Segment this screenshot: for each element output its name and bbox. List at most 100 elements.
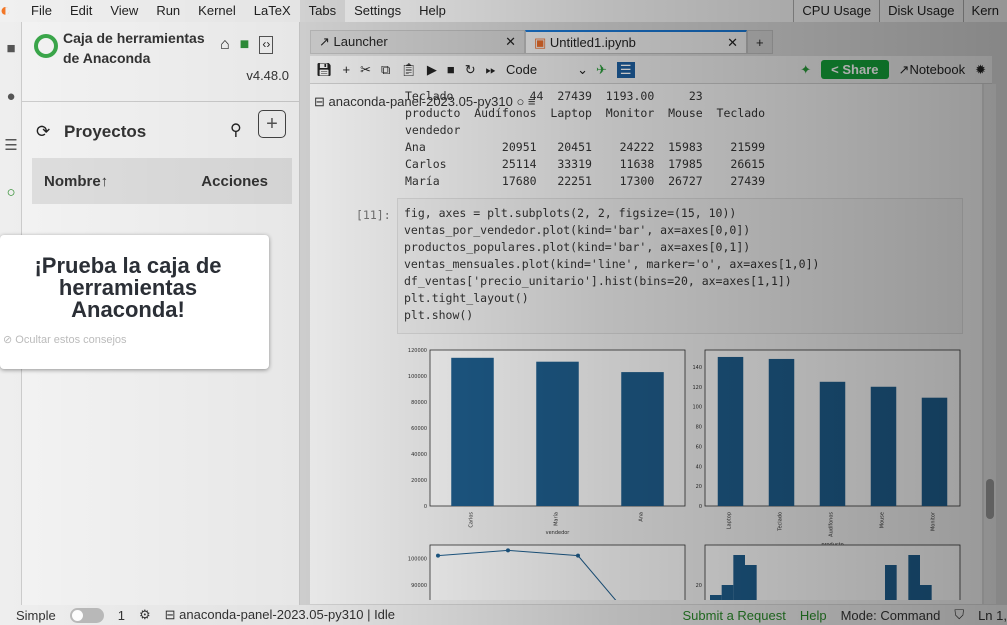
notebook-content: ⊟ anaconda-panel-2023.05-py310 ○ ≡ Tecla… [310,84,982,604]
menu-view[interactable]: View [101,0,147,22]
kernel-usage[interactable]: Kern [962,0,1007,22]
simple-mode-toggle[interactable] [69,607,104,623]
y-tick-label: 100000 [408,374,427,380]
scrollbar[interactable] [984,84,996,604]
hist-bar [721,585,734,600]
toc-icon[interactable]: ☰ [0,136,22,166]
submit-request-link[interactable]: Submit a Request [683,608,786,623]
restart-icon[interactable]: ↻ [465,62,476,78]
rocket-icon[interactable]: ✈ [596,62,607,78]
code-line: plt.show() [404,308,474,322]
tab-notebook[interactable]: ▣ Untitled1.ipynb ✕ [525,30,747,54]
hist-bar [710,595,722,600]
code-line: df_ventas['precio_unitario'].hist(bins=2… [404,274,792,288]
hist-bar [733,555,745,600]
new-tab-button[interactable]: + [747,30,773,54]
x-tick-label: Ana [639,512,645,522]
line-marker [436,553,440,558]
running-icon[interactable]: ● [0,88,22,118]
projects-table-header: Nombre↑ Acciones [32,158,292,204]
disk-usage[interactable]: Disk Usage [879,0,962,22]
x-tick-label: Carlos [469,512,475,528]
folder-icon[interactable]: ■ [240,36,250,54]
y-tick-label: 20 [696,583,702,589]
code-line: fig, axes = plt.subplots(2, 2, figsize=(… [404,206,737,220]
x-tick-label: Laptop [727,512,733,529]
notebook-toolbar: 💾︎ + ✂ ⧉ 📋︎ ▶ ■ ↻ ⏩︎ Code ⌄ ✈ ☰ ✦ < Share ↗Noteboo… [310,56,992,84]
home-icon[interactable]: ⌂ [220,36,230,54]
hide-tips-link[interactable]: ⊘ Ocultar estos consejos [0,333,269,346]
code-line: ventas_por_vendedor.plot(kind='bar', ax=… [404,223,751,237]
x-tick-label: Monitor [931,511,937,531]
notebook-label: Notebook [909,61,966,77]
search-icon[interactable]: ⚲ [230,120,242,140]
cut-icon[interactable]: ✂ [360,62,371,78]
bar [621,372,664,506]
stop-icon[interactable]: ■ [447,62,455,77]
x-axis-label: vendedor [546,530,571,536]
scrollbar-thumb[interactable] [986,479,994,519]
run-all-icon[interactable]: ⏩︎ [486,62,496,78]
y-tick-label: 90000 [411,583,427,589]
status-bar: Simple 1 ⚙ ⊟ anaconda-panel-2023.05-py31… [0,605,1007,625]
line-marker [576,553,580,558]
kernel-indicator[interactable]: ⊟ anaconda-panel-2023.05-py310 ○ ≡ [314,94,536,110]
y-tick-label: 140 [692,365,702,371]
menu-file[interactable]: File [22,0,61,22]
code-cell[interactable]: fig, axes = plt.subplots(2, 2, figsize=(… [397,198,963,334]
code-line: productos_populares.plot(kind='bar', ax=… [404,240,751,254]
kernel-status-text: anaconda-panel-2023.05-py310 | Idle [179,607,396,622]
menu-help[interactable]: Help [410,0,455,22]
bar [819,381,846,506]
copy-icon[interactable]: ⧉ [381,62,390,78]
cell-type-select[interactable]: Code ⌄ [506,62,588,78]
tab-launcher[interactable]: ↗ Launcher ✕ [310,30,525,54]
y-tick-label: 100000 [408,556,427,562]
menu-tabs[interactable]: Tabs [299,0,346,22]
code-line: plt.tight_layout() [404,291,529,305]
folder-icon[interactable]: ■ [0,40,22,70]
y-tick-label: 0 [699,504,702,510]
tip-popup: ¡Prueba la caja de herramientas Anaconda… [0,235,269,369]
bar [451,357,494,506]
help-link[interactable]: Help [800,608,827,623]
menu-bar: ◐ File Edit View Run Kernel LaTeX Tabs S… [0,0,1007,22]
refresh-icon[interactable]: ⟳ [36,122,50,142]
cpu-usage[interactable]: CPU Usage [793,0,879,22]
menu-kernel[interactable]: Kernel [189,0,245,22]
settings-panel-icon[interactable]: ☰ [616,61,635,78]
menu-settings[interactable]: Settings [345,0,410,22]
tab-label: Untitled1.ipynb [549,34,636,50]
paste-icon[interactable]: 📋︎ [400,62,417,78]
bug-icon[interactable]: ✹ [975,62,986,78]
anaconda-icon[interactable]: ○ [0,184,22,214]
add-project-button[interactable]: + [258,110,286,138]
ai-sparkle-icon[interactable]: ✦ [800,62,811,78]
bar [717,356,744,506]
x-tick-label: Audífonos [828,512,835,537]
hist-bar [920,585,932,600]
tab-label: Launcher [333,34,388,49]
close-icon[interactable]: ✕ [505,34,516,50]
add-cell-icon[interactable]: + [343,62,351,77]
code-icon[interactable]: ‹› [259,36,274,54]
anaconda-logo-icon [34,34,58,58]
save-icon[interactable]: 💾︎ [316,62,333,78]
x-tick-label: Teclado [778,512,784,532]
y-tick-label: 120 [692,385,702,391]
column-name[interactable]: Nombre↑ [44,173,108,190]
hist-bar [745,565,757,600]
menu-run[interactable]: Run [147,0,189,22]
run-icon[interactable]: ▶ [427,62,437,78]
panel-title-2: de Anaconda [63,50,151,66]
code-line: ventas_mensuales.plot(kind='line', marke… [404,257,820,271]
menu-edit[interactable]: Edit [61,0,101,22]
open-notebook-button[interactable]: ↗Notebook [899,62,966,78]
plot-output: 0 20000 40000 60000 80000 100000 120000 Carlos M… [408,348,961,600]
close-icon[interactable]: ✕ [727,35,738,51]
share-button[interactable]: < Share [821,60,889,79]
panel-title: Caja de herramientas [63,30,205,46]
kernel-status[interactable]: ⊟ anaconda-panel-2023.05-py310 | Idle [165,607,395,623]
y-tick-label: 120000 [408,348,427,354]
menu-latex[interactable]: LaTeX [245,0,300,22]
